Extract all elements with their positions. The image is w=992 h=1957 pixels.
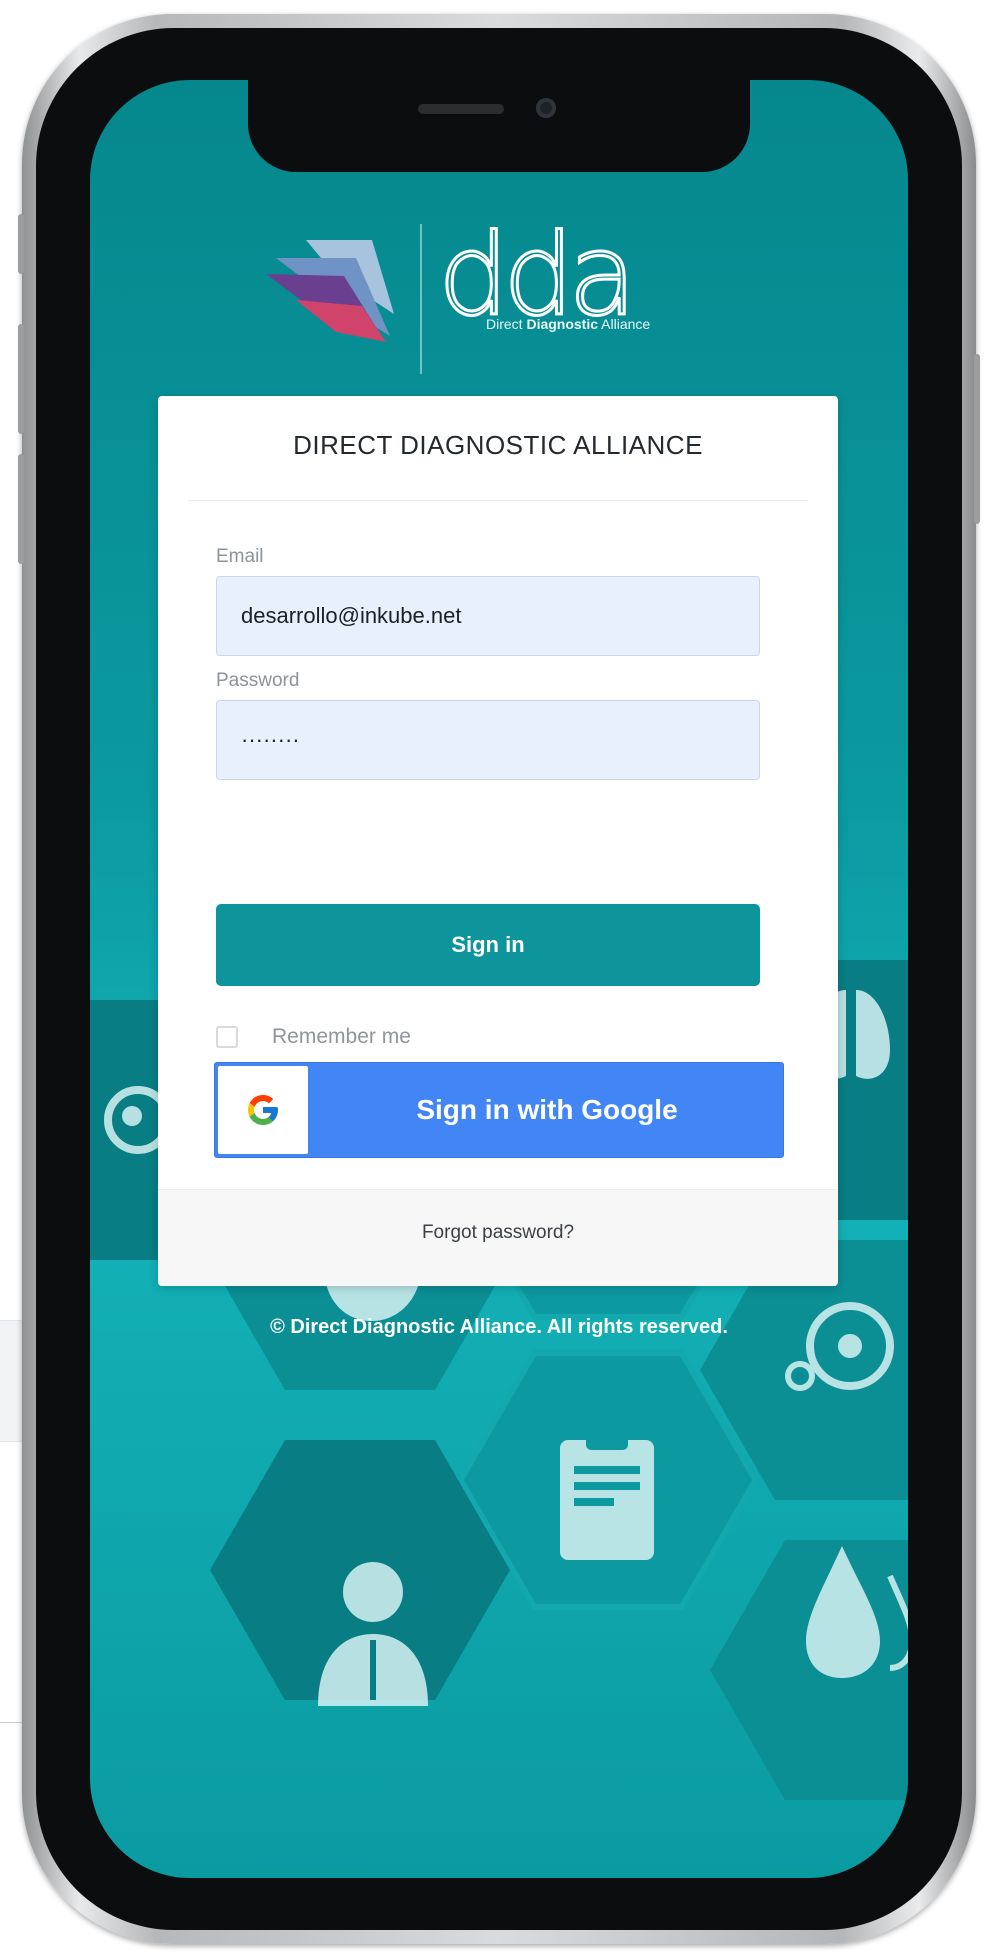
google-logo-box (218, 1066, 308, 1154)
forgot-password-link[interactable]: Forgot password? (158, 1222, 838, 1244)
card-footer: Forgot password? (158, 1189, 838, 1286)
tagline-suffix: Alliance (601, 316, 651, 332)
login-card: DIRECT DIAGNOSTIC ALLIANCE Email Passwor… (158, 396, 838, 1286)
dda-logo-mark (266, 240, 394, 342)
tagline-bold: Diagnostic (526, 316, 599, 332)
volume-up-button (18, 324, 24, 434)
phone-frame: dda Direct Diagnostic Alliance DIRECT DI… (18, 14, 980, 1944)
phone-notch (248, 80, 750, 172)
remember-me-checkbox[interactable] (216, 1026, 238, 1048)
email-label: Email (216, 546, 264, 567)
tagline-prefix: Direct (486, 316, 523, 332)
remember-me-row[interactable]: Remember me (216, 1022, 411, 1052)
speaker-grille (418, 104, 504, 114)
volume-down-button (18, 454, 24, 564)
mute-switch (18, 214, 24, 274)
copyright-text: © Direct Diagnostic Alliance. All rights… (270, 1316, 728, 1338)
sign-in-button[interactable]: Sign in (216, 904, 760, 986)
logo-divider (420, 224, 422, 374)
google-sign-in-button[interactable]: Sign in with Google (214, 1062, 784, 1158)
app-screen: dda Direct Diagnostic Alliance DIRECT DI… (90, 80, 908, 1878)
blood-drops-icon (806, 1546, 908, 1678)
clipboard-icon (560, 1430, 654, 1560)
google-sign-in-label: Sign in with Google (416, 1094, 678, 1125)
password-label: Password (216, 670, 300, 691)
email-field[interactable] (216, 576, 760, 656)
doctor-icon (318, 1562, 428, 1706)
front-camera (536, 98, 556, 118)
card-divider (188, 500, 808, 501)
logo-tagline: Direct Diagnostic Alliance (486, 316, 650, 332)
google-g-icon (248, 1095, 278, 1125)
password-field[interactable] (216, 700, 760, 780)
power-button (974, 354, 980, 524)
remember-me-label: Remember me (272, 1025, 411, 1048)
card-title: DIRECT DIAGNOSTIC ALLIANCE (293, 430, 703, 460)
